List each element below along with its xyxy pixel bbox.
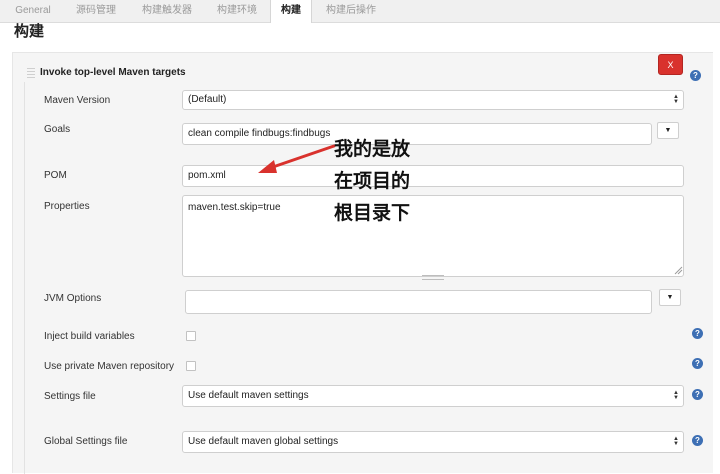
tab-post-build-actions[interactable]: 构建后操作 xyxy=(318,0,384,22)
chevron-down-icon: ▼ xyxy=(664,127,672,134)
goals-expand-button[interactable]: ▼ xyxy=(657,122,679,139)
jvm-options-label: JVM Options xyxy=(44,293,102,304)
tab-build[interactable]: 构建 xyxy=(270,0,312,23)
chevron-down-icon: ▼ xyxy=(666,294,674,301)
panel-divider xyxy=(24,82,25,474)
settings-file-label: Settings file xyxy=(44,391,96,402)
jvm-options-expand-button[interactable]: ▼ xyxy=(659,289,681,306)
global-settings-file-value: Use default maven global settings xyxy=(188,436,339,447)
properties-label: Properties xyxy=(44,201,90,212)
private-repo-label: Use private Maven repository xyxy=(44,361,175,372)
maven-version-select[interactable]: (Default) ▲ ▼ xyxy=(182,90,684,110)
properties-value: maven.test.skip=true xyxy=(188,202,281,213)
textarea-resize-grip[interactable] xyxy=(422,275,444,280)
tab-build-triggers[interactable]: 构建触发器 xyxy=(134,0,200,22)
help-icon[interactable]: ? xyxy=(692,358,703,369)
tab-bar: General 源码管理 构建触发器 构建环境 构建 构建后操作 xyxy=(0,0,720,23)
help-icon[interactable]: ? xyxy=(692,435,703,446)
maven-version-label: Maven Version xyxy=(44,95,111,106)
settings-file-value: Use default maven settings xyxy=(188,390,309,401)
goals-value: clean compile findbugs:findbugs xyxy=(188,128,331,139)
resize-corner-icon[interactable] xyxy=(674,266,683,275)
section-title: 构建 xyxy=(14,23,45,40)
settings-file-select[interactable]: Use default maven settings ▲ ▼ xyxy=(182,385,684,407)
drag-handle[interactable] xyxy=(27,68,35,80)
tab-general[interactable]: General xyxy=(8,0,58,22)
delete-step-button[interactable]: X xyxy=(658,54,683,75)
help-icon[interactable]: ? xyxy=(692,328,703,339)
global-settings-file-select[interactable]: Use default maven global settings ▲ ▼ xyxy=(182,431,684,453)
select-arrows-icon: ▲ ▼ xyxy=(673,436,679,447)
jvm-options-input[interactable] xyxy=(185,290,652,314)
inject-build-variables-checkbox[interactable] xyxy=(186,331,196,341)
annotation-line-3: 根目录下 xyxy=(334,202,411,224)
inject-build-variables-label: Inject build variables xyxy=(44,331,135,342)
help-icon[interactable]: ? xyxy=(690,70,701,81)
build-step-title: Invoke top-level Maven targets xyxy=(40,67,186,78)
private-repo-checkbox[interactable] xyxy=(186,361,196,371)
goals-label: Goals xyxy=(44,124,71,135)
select-arrows-icon: ▲ ▼ xyxy=(673,94,679,105)
annotation-line-1: 我的是放 xyxy=(334,138,411,160)
tab-source-management[interactable]: 源码管理 xyxy=(66,0,126,22)
annotation-arrow-icon xyxy=(258,144,336,173)
maven-version-value: (Default) xyxy=(188,94,227,105)
annotation-line-2: 在项目的 xyxy=(334,170,411,192)
help-icon[interactable]: ? xyxy=(692,389,703,400)
pom-label: POM xyxy=(44,170,67,181)
global-settings-file-label: Global Settings file xyxy=(44,436,128,447)
tab-build-environment[interactable]: 构建环境 xyxy=(208,0,266,22)
pom-value: pom.xml xyxy=(188,170,226,181)
properties-textarea[interactable]: maven.test.skip=true xyxy=(182,195,684,277)
select-arrows-icon: ▲ ▼ xyxy=(673,390,679,401)
